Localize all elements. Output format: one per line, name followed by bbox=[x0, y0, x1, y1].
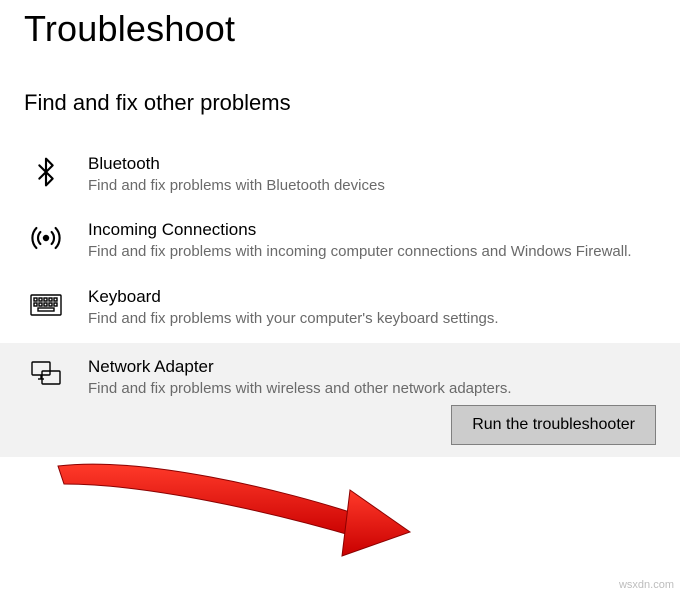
network-adapter-icon bbox=[30, 357, 70, 391]
item-title: Bluetooth bbox=[88, 154, 656, 174]
keyboard-icon bbox=[30, 287, 70, 321]
item-title: Keyboard bbox=[88, 287, 656, 307]
item-title: Network Adapter bbox=[88, 357, 656, 377]
item-desc: Find and fix problems with Bluetooth dev… bbox=[88, 176, 656, 196]
section-heading: Find and fix other problems bbox=[24, 90, 656, 116]
troubleshoot-item-network-adapter[interactable]: Network Adapter Find and fix problems wi… bbox=[0, 343, 680, 457]
troubleshoot-item-keyboard[interactable]: Keyboard Find and fix problems with your… bbox=[24, 277, 656, 343]
item-desc: Find and fix problems with wireless and … bbox=[88, 379, 656, 399]
item-title: Incoming Connections bbox=[88, 220, 656, 240]
troubleshoot-item-bluetooth[interactable]: Bluetooth Find and fix problems with Blu… bbox=[24, 144, 656, 210]
item-desc: Find and fix problems with incoming comp… bbox=[88, 242, 656, 262]
page-title: Troubleshoot bbox=[24, 8, 656, 50]
antenna-icon bbox=[30, 220, 70, 254]
bluetooth-icon bbox=[30, 154, 70, 188]
item-desc: Find and fix problems with your computer… bbox=[88, 309, 656, 329]
annotation-arrow bbox=[50, 448, 420, 568]
troubleshoot-list: Bluetooth Find and fix problems with Blu… bbox=[24, 144, 656, 457]
run-troubleshooter-button[interactable]: Run the troubleshooter bbox=[451, 405, 656, 445]
troubleshoot-item-incoming-connections[interactable]: Incoming Connections Find and fix proble… bbox=[24, 210, 656, 276]
watermark: wsxdn.com bbox=[619, 579, 674, 591]
